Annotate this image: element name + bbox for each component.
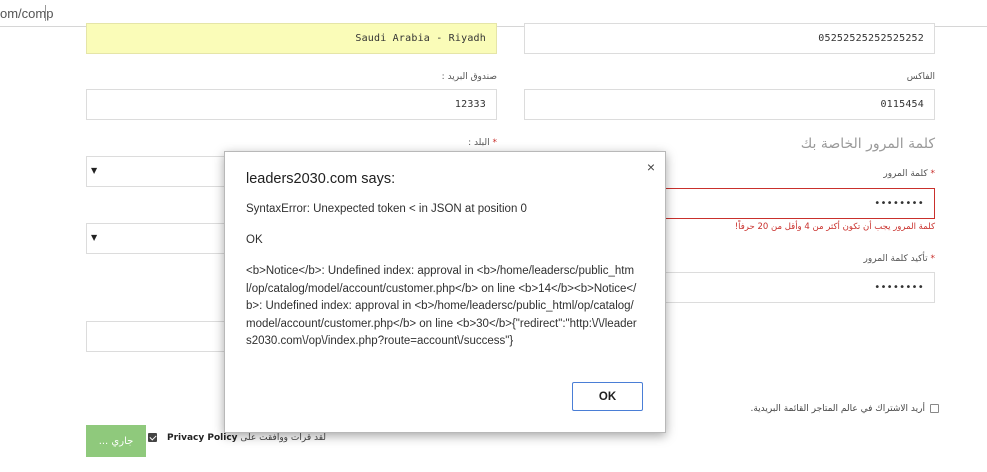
fax-field[interactable]: 0115454 xyxy=(524,89,935,120)
city-value: Saudi Arabia - Riyadh xyxy=(355,33,486,44)
city-field[interactable]: Saudi Arabia - Riyadh xyxy=(86,23,497,54)
ok-button[interactable]: OK xyxy=(572,382,643,411)
submit-button[interactable]: جاري ... xyxy=(86,425,146,457)
privacy-policy-link[interactable]: Privacy Policy xyxy=(167,433,238,443)
agree-label: Privacy Policy لقد قرأت ووافقت على xyxy=(167,433,326,443)
postal-field[interactable]: 12333 xyxy=(86,89,497,120)
confirm-password-field[interactable]: •••••••• xyxy=(660,272,935,303)
password-field[interactable]: •••••••• xyxy=(660,188,935,219)
alert-dialog: × leaders2030.com says: SyntaxError: Une… xyxy=(224,151,666,433)
required-mark: * xyxy=(930,169,936,179)
text-cursor xyxy=(45,5,46,21)
country-label: * البلد : xyxy=(468,138,497,148)
close-icon[interactable]: × xyxy=(647,160,655,174)
required-mark: * xyxy=(930,254,936,264)
country-label-text: البلد : xyxy=(468,138,490,148)
required-mark: * xyxy=(492,138,498,148)
newsletter-label: أريد الاشتراك في عالم المتاجر القائمة ال… xyxy=(750,404,925,414)
phone-value: 05252525252525252 xyxy=(818,33,924,44)
fax-label: الفاكس xyxy=(906,72,935,82)
chevron-down-icon: ▼ xyxy=(91,166,98,175)
phone-field[interactable]: 05252525252525252 xyxy=(524,23,935,54)
password-label: * كلمة المرور xyxy=(883,169,935,179)
password-hint: كلمة المرور يجب أن تكون أكثر من 4 وأقل م… xyxy=(734,222,935,232)
postal-value: 12333 xyxy=(454,99,486,110)
postal-label: صندوق البريد : xyxy=(441,72,497,82)
fax-value: 0115454 xyxy=(880,99,924,110)
newsletter-checkbox[interactable] xyxy=(930,404,939,413)
dialog-body-text: <b>Notice</b>: Undefined index: approval… xyxy=(246,265,637,347)
confirm-label-text: تأكيد كلمة المرور xyxy=(863,254,928,264)
confirm-value: •••••••• xyxy=(874,282,924,293)
password-section-heading: كلمة المرور الخاصة بك xyxy=(800,136,935,152)
page: om/comp Saudi Arabia - Riyadh 0525252525… xyxy=(0,0,987,472)
password-value: •••••••• xyxy=(874,198,924,209)
agree-text: لقد قرأت ووافقت على xyxy=(240,433,327,443)
chevron-down-icon: ▼ xyxy=(91,233,98,242)
confirm-password-label: * تأكيد كلمة المرور xyxy=(864,254,935,264)
password-label-text: كلمة المرور xyxy=(883,169,928,179)
agree-checkbox[interactable] xyxy=(148,433,157,442)
dialog-status-text: OK xyxy=(246,234,263,246)
dialog-title: leaders2030.com says: xyxy=(246,171,396,187)
dialog-error-message: SyntaxError: Unexpected token < in JSON … xyxy=(246,203,527,215)
